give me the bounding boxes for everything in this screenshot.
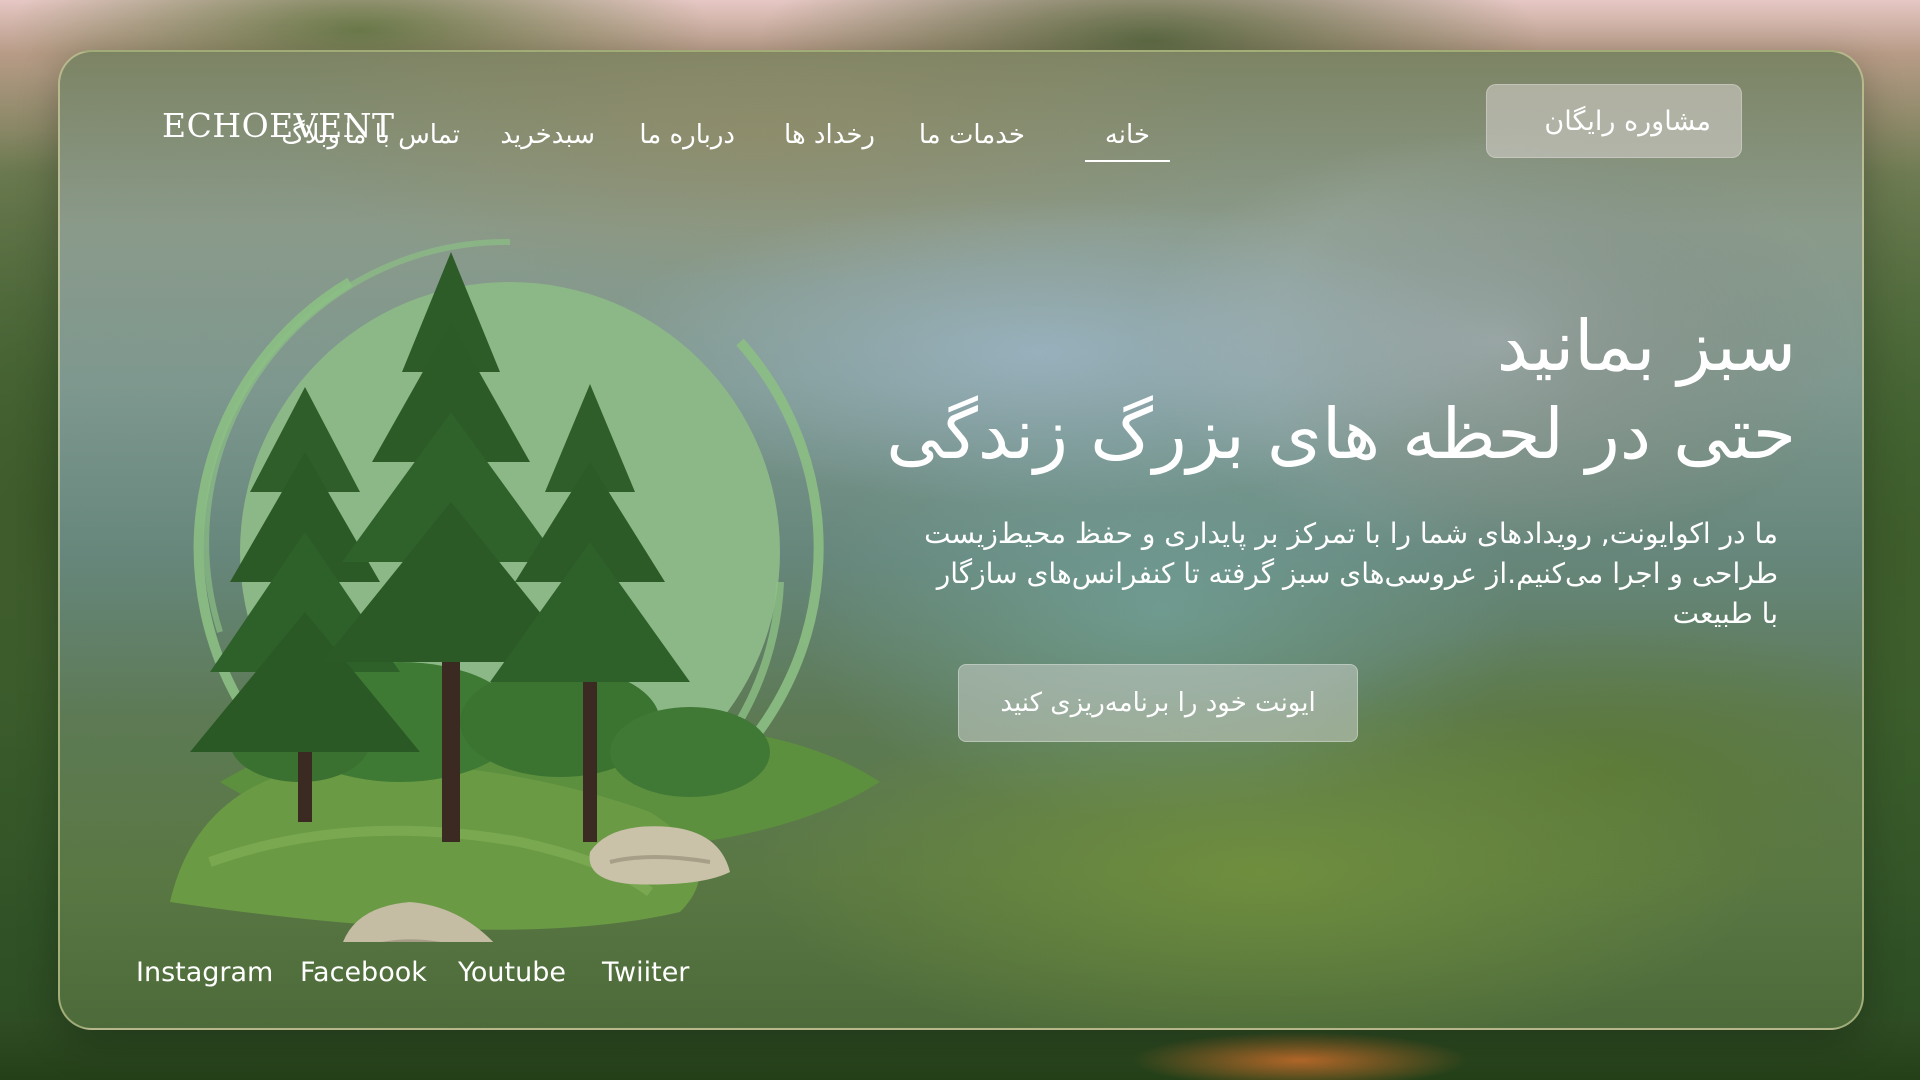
nav-item-events[interactable]: رخداد ها: [784, 120, 875, 160]
forest-illustration: [170, 238, 880, 942]
plan-event-button[interactable]: ایونت خود را برنامه‌ریزی کنید: [958, 664, 1358, 742]
social-link-facebook[interactable]: Facebook: [300, 957, 427, 988]
social-link-youtube[interactable]: Youtube: [458, 957, 566, 988]
hero-title-line2: حتی در لحظه های بزرگ زندگی: [886, 393, 1796, 475]
nav-item-home[interactable]: خانه: [1084, 120, 1170, 162]
social-link-twitter[interactable]: Twiiter: [602, 957, 689, 988]
nav-item-services[interactable]: خدمات ما: [919, 120, 1025, 160]
nav-item-blog[interactable]: وبلاگ: [281, 120, 340, 160]
nav-item-about[interactable]: درباره ما: [639, 120, 735, 160]
hero-card: ECHOEVENT خانه خدمات ما رخداد ها درباره …: [58, 50, 1864, 1030]
hero-title-line1: سبز بمانید: [1496, 305, 1796, 387]
social-link-instagram[interactable]: Instagram: [136, 957, 273, 988]
hero-description: ما در اکوایونت, رویدادهای شما را با تمرک…: [924, 517, 1778, 630]
hero-title: سبز بمانید حتی در لحظه های بزرگ زندگی: [816, 302, 1796, 478]
nav-item-contact[interactable]: تماس با ما: [345, 120, 460, 160]
free-consultation-button[interactable]: مشاوره رایگان: [1486, 84, 1742, 158]
nav-item-cart[interactable]: سبدخرید: [500, 120, 595, 160]
